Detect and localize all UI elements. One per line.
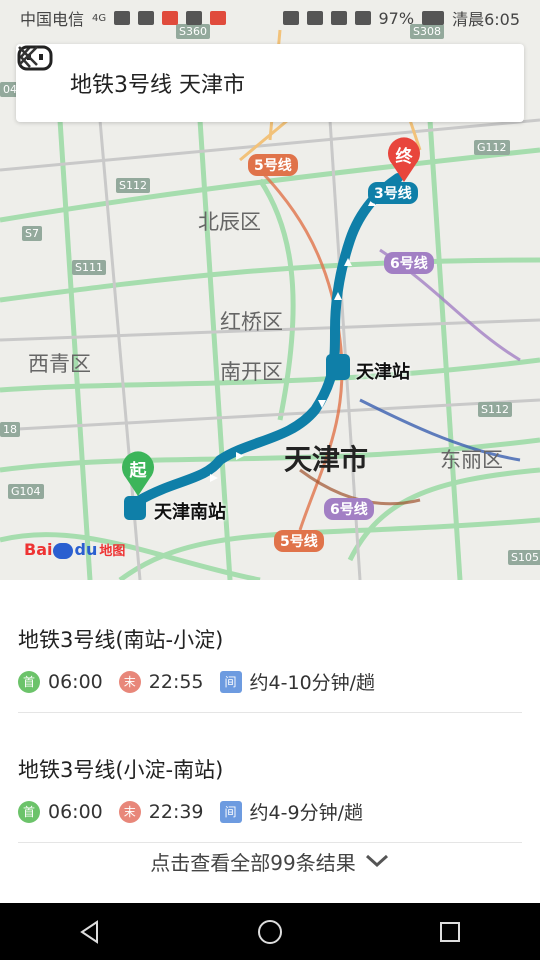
road-shield: S111 [72,260,106,275]
road-shield: 18 [0,422,20,437]
route-title: 地铁3号线(南站-小淀) [18,628,224,652]
start-marker-label: 起 [129,461,147,481]
station-label[interactable]: 天津站 [356,358,410,384]
route-mode-button[interactable] [17,45,460,108]
city-label: 天津市 [284,443,369,476]
search-query[interactable]: 地铁3号线 天津市 [70,67,410,99]
district-label: 东丽区 [440,448,503,472]
search-bar: 地铁3号线 天津市 [16,44,524,122]
last-train-time: 22:39 [148,800,204,823]
triangle-back-icon [80,919,98,944]
end-marker[interactable]: 终 [384,136,424,184]
last-train-icon: 末 [118,800,141,823]
route-meta: 首 06:00 末 22:55 间 约4-10分钟/趟 [18,668,522,695]
interval-icon: 间 [219,800,242,823]
chevron-down-icon [365,854,388,868]
location-app-icon [186,11,203,25]
interval-text: 约4-10分钟/趟 [249,672,376,694]
last-train-icon: 末 [118,670,141,693]
clock: 清晨6:05 [452,10,520,29]
first-train-icon: 首 [18,670,40,693]
first-train-icon: 首 [18,800,40,823]
bluetooth-icon [354,11,371,25]
wifi-icon [138,11,155,25]
line6-badge: 6号线 [324,498,374,520]
district-label: 西青区 [28,352,91,376]
logo-text: du [74,540,98,559]
nav-home-button[interactable] [240,910,300,954]
end-marker-label: 终 [395,147,413,167]
station-label[interactable]: 天津南站 [154,498,226,524]
line6-badge: 6号线 [384,252,434,274]
square-recents-icon [440,921,460,942]
map-view[interactable]: 中国电信 4G 97% 清晨6:05 地铁3号线 天津市 S360 S308 G… [0,0,540,580]
baidu-map-logo: Bai du 地图 [24,540,125,559]
close-button[interactable] [18,46,514,108]
system-nav-bar [0,903,540,960]
route-result[interactable]: 地铁3号线(南站-小淀) 首 06:00 末 22:55 间 约4-10分钟/趟 [0,624,540,695]
carrier-label: 中国电信 [20,10,85,29]
district-label: 北辰区 [198,210,261,234]
interval-text: 约4-9分钟/趟 [249,802,363,824]
route-meta: 首 06:00 末 22:39 间 约4-9分钟/趟 [18,798,522,825]
close-icon [18,46,38,66]
signal-icon [114,11,131,25]
hd-icon [282,11,299,25]
line5-badge: 5号线 [248,154,298,176]
first-train-time: 06:00 [48,670,103,693]
paw-icon [53,542,74,559]
last-train-time: 22:55 [148,670,204,693]
road-shield: G104 [8,484,44,499]
eye-icon [306,11,323,25]
flight-icon [210,11,227,25]
nav-recents-button[interactable] [420,910,480,954]
district-label: 红桥区 [220,310,283,334]
results-panel: 地铁3号线(南站-小淀) 首 06:00 末 22:55 间 约4-10分钟/趟… [0,580,540,903]
line3-badge: 3号线 [368,182,418,204]
road-shield: S105 [508,550,540,565]
battery-icon [422,11,445,25]
first-train-time: 06:00 [48,800,103,823]
circle-home-icon [258,919,282,944]
start-marker[interactable]: 起 [118,450,158,498]
logo-text: Bai [24,540,53,559]
metro-station-icon[interactable] [326,354,350,380]
view-all-results-button[interactable]: 点击查看全部99条结果 [0,838,540,884]
route-title: 地铁3号线(小淀-南站) [18,758,224,782]
road-shield: S7 [22,226,42,241]
battery-percent: 97% [378,8,415,28]
road-shield: S112 [478,402,512,417]
road-shield: S112 [116,178,150,193]
network-label: 4G [92,12,107,24]
logo-text: 地图 [99,544,126,559]
nav-back-button[interactable] [60,910,120,954]
divider [18,712,522,713]
status-bar: 中国电信 4G 97% 清晨6:05 [0,0,540,36]
route-result[interactable]: 地铁3号线(小淀-南站) 首 06:00 末 22:39 间 约4-9分钟/趟 [0,754,540,825]
mic-icon [162,11,179,25]
metro-station-icon[interactable] [124,496,146,520]
view-all-label: 点击查看全部99条结果 [150,850,356,875]
road-shield: G112 [474,140,510,155]
line5-badge: 5号线 [274,530,324,552]
district-label: 南开区 [220,360,283,384]
interval-icon: 间 [219,670,242,693]
nfc-icon [330,11,347,25]
